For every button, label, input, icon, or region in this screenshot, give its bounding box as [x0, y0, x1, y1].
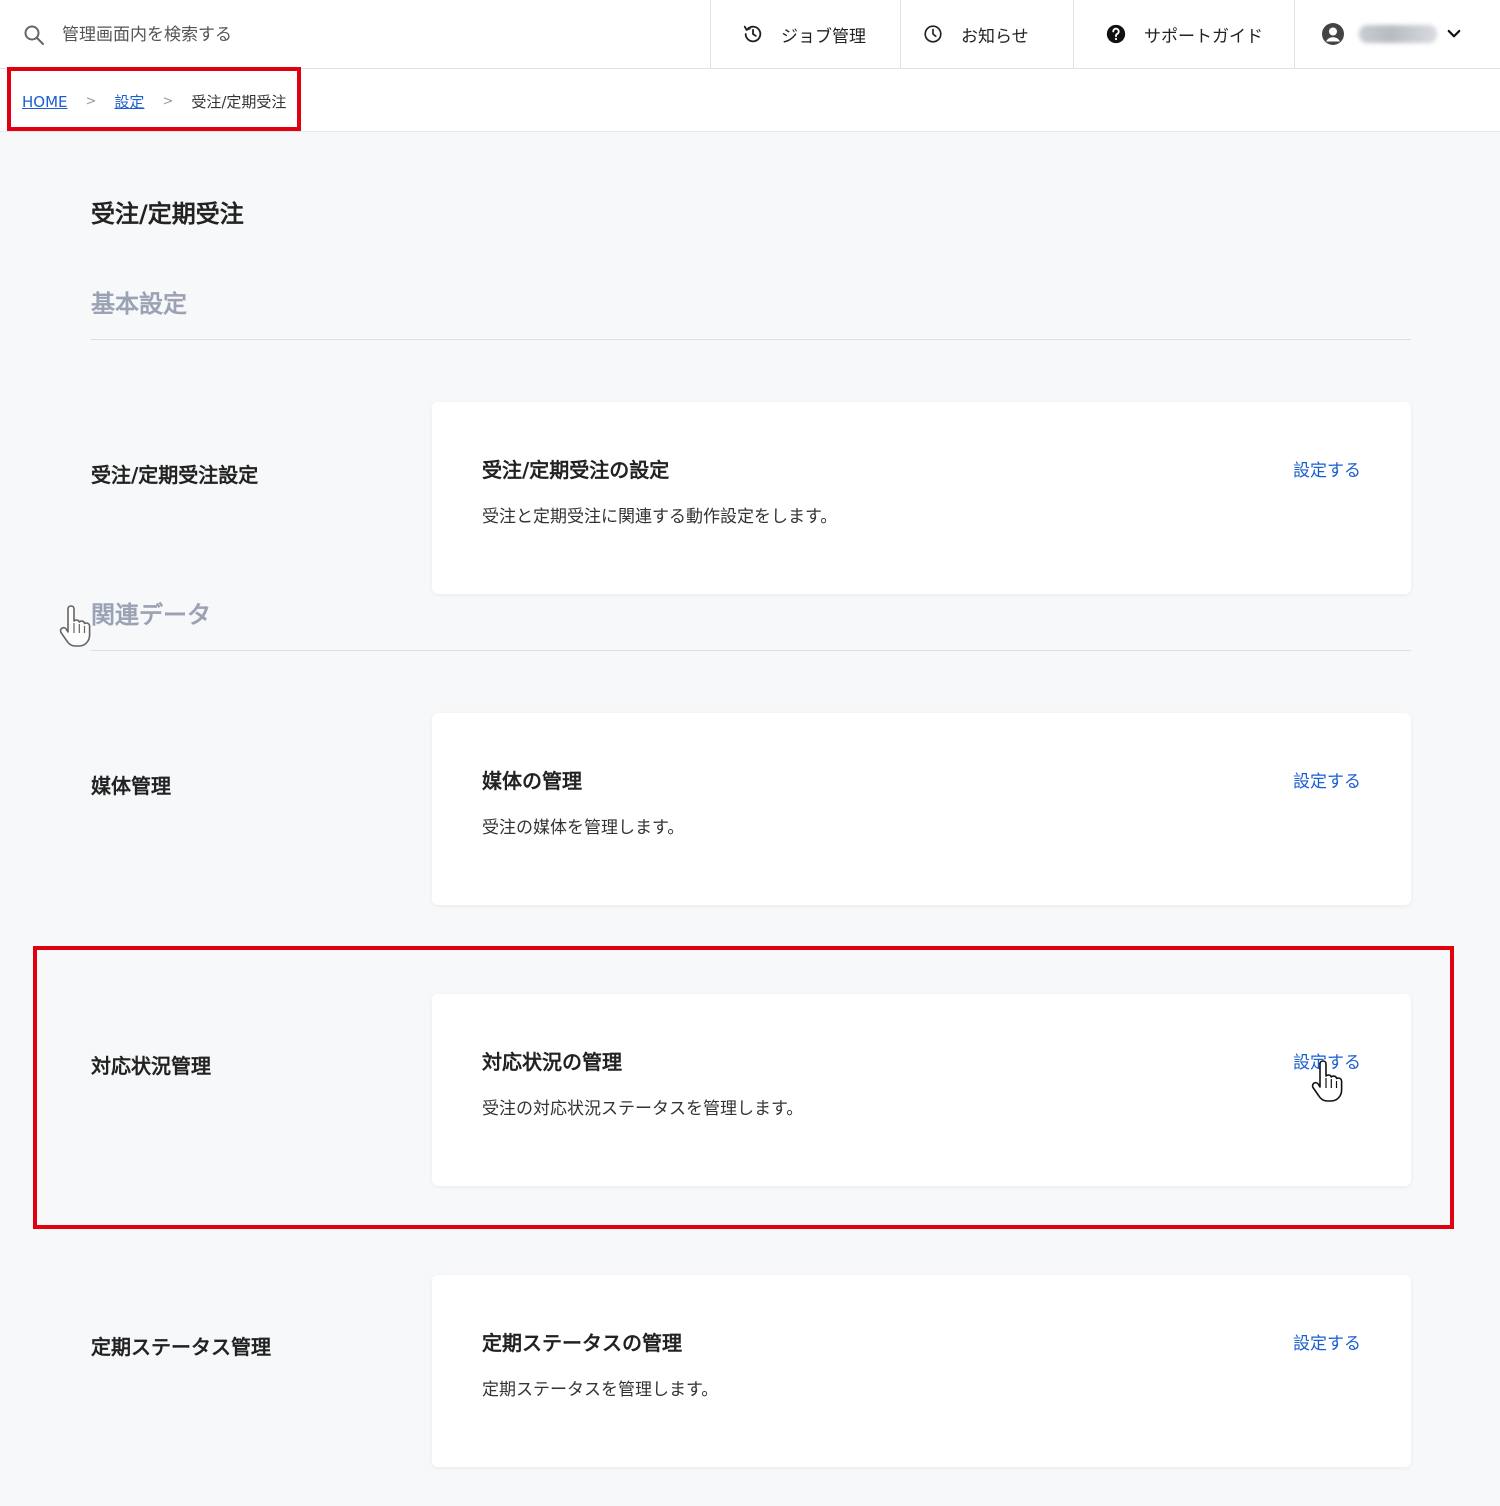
breadcrumb-bar: HOME > 設定 > 受注/定期受注 [0, 69, 1500, 132]
card-title: 受注/定期受注の設定 [482, 458, 670, 482]
breadcrumb-current: 受注/定期受注 [191, 93, 287, 111]
breadcrumb-home[interactable]: HOME [22, 93, 68, 111]
page-title: 受注/定期受注 [91, 200, 244, 228]
card-description: 定期ステータスを管理します。 [482, 1380, 719, 1400]
search-icon [24, 25, 44, 45]
nav-job-label: ジョブ管理 [781, 26, 866, 47]
hand-pointer-icon [59, 605, 91, 647]
card-title: 媒体の管理 [482, 769, 582, 793]
card-order-settings: 受注/定期受注の設定 受注と定期受注に関連する動作設定をします。 設定する [432, 402, 1411, 594]
card-status: 対応状況の管理 受注の対応状況ステータスを管理します。 設定する [432, 994, 1411, 1186]
card-description: 受注の対応状況ステータスを管理します。 [482, 1099, 804, 1119]
breadcrumb-separator: > [162, 94, 174, 109]
configure-link-status[interactable]: 設定する [1293, 1048, 1361, 1073]
card-description: 受注と定期受注に関連する動作設定をします。 [482, 507, 838, 527]
card-subscription-status: 定期ステータスの管理 定期ステータスを管理します。 設定する [432, 1275, 1411, 1467]
card-media: 媒体の管理 受注の媒体を管理します。 設定する [432, 713, 1411, 905]
chevron-down-icon[interactable] [1445, 25, 1463, 43]
search-box[interactable] [22, 20, 702, 50]
history-icon [741, 22, 765, 46]
nav-news-label: お知らせ [961, 26, 1029, 47]
configure-link-subscription-status[interactable]: 設定する [1293, 1329, 1361, 1354]
user-avatar-icon [1321, 22, 1345, 46]
header-nav: ジョブ管理 お知らせ サポートガイド [710, 0, 1500, 68]
nav-support-guide[interactable]: サポートガイド [1073, 0, 1294, 68]
section-heading-basic: 基本設定 [91, 290, 187, 318]
nav-guide-label: サポートガイド [1144, 26, 1263, 47]
section-heading-related: 関連データ [91, 601, 211, 629]
breadcrumb-separator: > [85, 94, 97, 109]
nav-job-management[interactable]: ジョブ管理 [710, 0, 900, 68]
user-name-blurred [1359, 25, 1437, 43]
nav-news[interactable]: お知らせ [900, 0, 1073, 68]
search-input[interactable] [62, 20, 662, 50]
configure-link-media[interactable]: 設定する [1293, 767, 1361, 792]
top-header: ジョブ管理 お知らせ サポートガイド [0, 0, 1500, 69]
card-description: 受注の媒体を管理します。 [482, 818, 685, 838]
breadcrumb-settings[interactable]: 設定 [114, 91, 144, 112]
section-divider [91, 650, 1411, 651]
row-label-status: 対応状況管理 [91, 1054, 211, 1078]
card-title: 対応状況の管理 [482, 1050, 622, 1074]
row-label-subscription-status: 定期ステータス管理 [91, 1335, 271, 1359]
configure-link-order-settings[interactable]: 設定する [1293, 456, 1361, 481]
card-title: 定期ステータスの管理 [482, 1331, 682, 1355]
user-menu[interactable] [1294, 0, 1500, 68]
section-divider [91, 339, 1411, 340]
clock-icon [921, 22, 945, 46]
row-label-media: 媒体管理 [91, 774, 171, 798]
breadcrumb: HOME > 設定 > 受注/定期受注 [22, 91, 286, 112]
help-circle-icon [1104, 22, 1128, 46]
row-label-order-settings: 受注/定期受注設定 [91, 463, 259, 487]
